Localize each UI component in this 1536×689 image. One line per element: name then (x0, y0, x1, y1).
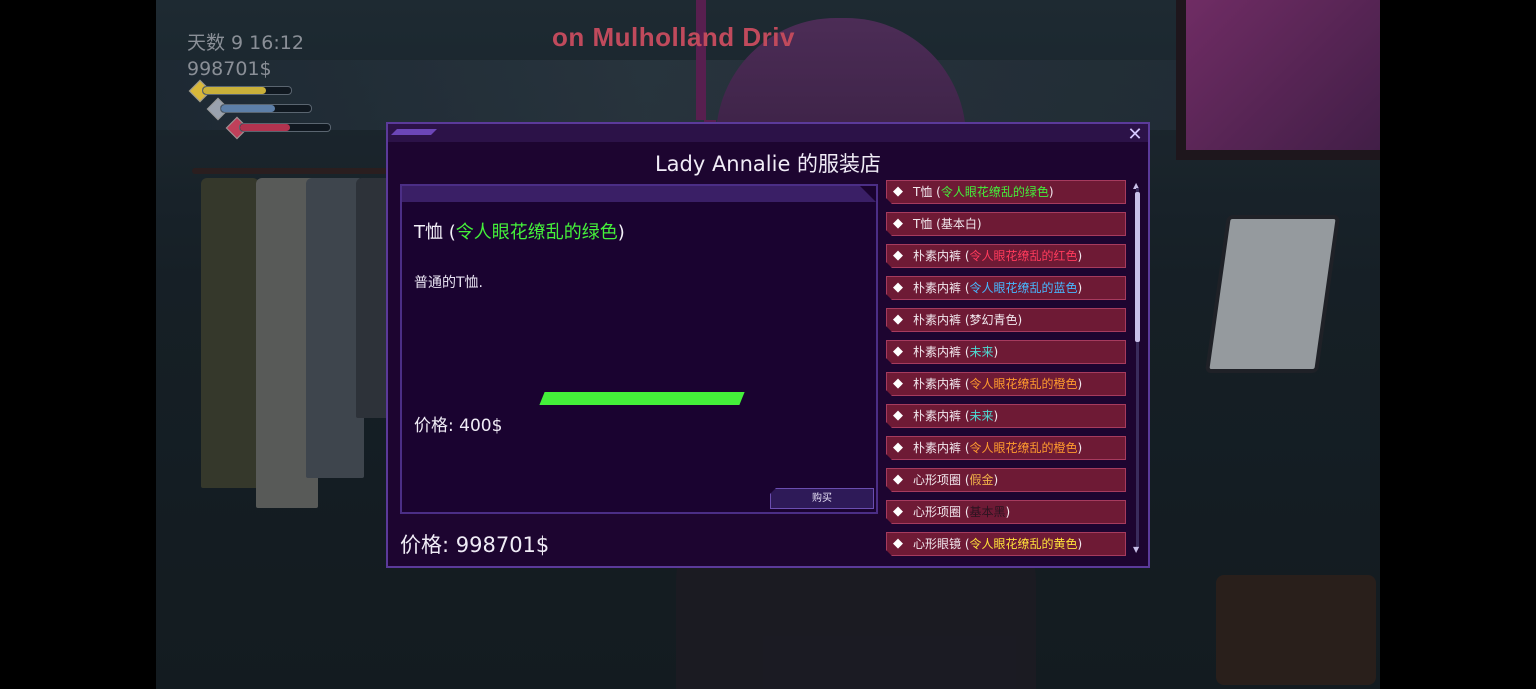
close-icon[interactable]: ✕ (1126, 126, 1144, 144)
energy-bar (202, 86, 292, 95)
list-item-color: 令人眼花缭乱的橙色 (969, 441, 1078, 455)
shirt-icon: ◆ (893, 536, 903, 551)
location-title: on Mulholland Driv (552, 22, 795, 52)
shirt-icon: ◆ (893, 248, 903, 263)
list-item-color: 基本黑 (969, 505, 1006, 519)
list-item[interactable]: ◆ 朴素内裤 (令人眼花缭乱的橙色) (886, 436, 1126, 460)
heart-bar (239, 123, 331, 132)
list-item-color: 基本白 (940, 217, 977, 231)
list-item-label: 朴素内裤 (未来) (913, 409, 999, 423)
buy-button[interactable]: 购买 (770, 488, 874, 509)
shirt-icon: ◆ (893, 216, 903, 231)
scroll-thumb[interactable] (1135, 192, 1140, 342)
list-item-label: 朴素内裤 (未来) (913, 345, 999, 359)
list-item-color: 令人眼花缭乱的绿色 (940, 185, 1049, 199)
list-item-color: 未来 (969, 409, 994, 423)
list-item-label: T恤 (令人眼花缭乱的绿色) (913, 185, 1054, 199)
list-item-color: 令人眼花缭乱的蓝色 (969, 281, 1078, 295)
list-item[interactable]: ◆ 朴素内裤 (令人眼花缭乱的橙色) (886, 372, 1126, 396)
shirt-icon: ◆ (893, 472, 903, 487)
scroll-down-icon[interactable]: ▼ (1133, 546, 1139, 554)
list-item-label: T恤 (基本白) (913, 217, 982, 231)
shirt-icon: ◆ (893, 184, 903, 199)
list-scrollbar[interactable]: ▲ ▼ (1133, 182, 1140, 554)
shirt-icon: ◆ (893, 408, 903, 423)
energy-fill (203, 87, 267, 94)
list-item-label: 心形项圈 (基本黑) (913, 505, 1011, 519)
shirt-icon: ◆ (893, 504, 903, 519)
list-item-label: 心形项圈 (假金) (913, 473, 999, 487)
list-item[interactable]: ◆ 朴素内裤 (未来) (886, 340, 1126, 364)
list-item-label: 心形眼镜 (令人眼花缭乱的黄色) (913, 537, 1083, 551)
list-item[interactable]: ◆ 朴素内裤 (未来) (886, 404, 1126, 428)
selected-item-name: T恤 (令人眼花缭乱的绿色) (414, 222, 625, 243)
list-item-color: 未来 (969, 345, 994, 359)
list-item-color: 令人眼花缭乱的红色 (969, 249, 1078, 263)
shirt-icon: ◆ (893, 440, 903, 455)
shirt-icon: ◆ (893, 312, 903, 327)
item-price: 价格: 400$ (414, 416, 503, 436)
player-money: 价格: 998701$ (400, 533, 550, 557)
shop-title: Lady Annalie 的服装店 (654, 152, 882, 176)
list-item-color: 假金 (969, 473, 994, 487)
hud: 天数 9 16:12 998701$ (187, 30, 304, 82)
heart-fill (240, 124, 290, 131)
item-list: ◆ T恤 (令人眼花缭乱的绿色) ◆ T恤 (基本白) ◆ 朴素内裤 (令人眼花缭乱的红色… (884, 180, 1128, 560)
list-item-color: 令人眼花缭乱的黄色 (969, 537, 1078, 551)
list-item-label: 朴素内裤 (令人眼花缭乱的红色) (913, 249, 1083, 263)
list-item[interactable]: ◆ 心形眼镜 (令人眼花缭乱的黄色) (886, 532, 1126, 556)
item-detail-panel: T恤 (令人眼花缭乱的绿色) 普通的T恤. 价格: 400$ 购买 (400, 184, 878, 514)
list-item[interactable]: ◆ 朴素内裤 (令人眼花缭乱的蓝色) (886, 276, 1126, 300)
selected-item-color: 令人眼花缭乱的绿色 (455, 222, 618, 243)
shop-window: ✕ Lady Annalie 的服装店 T恤 (令人眼花缭乱的绿色) 普通的T恤… (386, 122, 1150, 568)
shirt-icon: ◆ (893, 280, 903, 295)
shirt-icon: ◆ (893, 376, 903, 391)
list-item-label: 朴素内裤 (令人眼花缭乱的橙色) (913, 441, 1083, 455)
item-description: 普通的T恤. (414, 275, 484, 291)
list-item[interactable]: ◆ 朴素内裤 (梦幻青色) (886, 308, 1126, 332)
health-fill (221, 105, 275, 112)
list-item[interactable]: ◆ 朴素内裤 (令人眼花缭乱的红色) (886, 244, 1126, 268)
color-swatch-bar (539, 392, 745, 405)
list-item-label: 朴素内裤 (梦幻青色) (913, 313, 1023, 327)
list-item-color: 令人眼花缭乱的橙色 (969, 377, 1078, 391)
list-item[interactable]: ◆ T恤 (令人眼花缭乱的绿色) (886, 180, 1126, 204)
shirt-icon: ◆ (893, 344, 903, 359)
list-item-color: 梦幻青色 (969, 313, 1018, 327)
money-display: 998701$ (187, 58, 272, 80)
list-item-label: 朴素内裤 (令人眼花缭乱的蓝色) (913, 281, 1083, 295)
list-item[interactable]: ◆ 心形项圈 (假金) (886, 468, 1126, 492)
list-item[interactable]: ◆ T恤 (基本白) (886, 212, 1126, 236)
day-time: 天数 9 16:12 (187, 32, 304, 54)
health-bar (220, 104, 312, 113)
list-item[interactable]: ◆ 心形项圈 (基本黑) (886, 500, 1126, 524)
list-item-label: 朴素内裤 (令人眼花缭乱的橙色) (913, 377, 1083, 391)
